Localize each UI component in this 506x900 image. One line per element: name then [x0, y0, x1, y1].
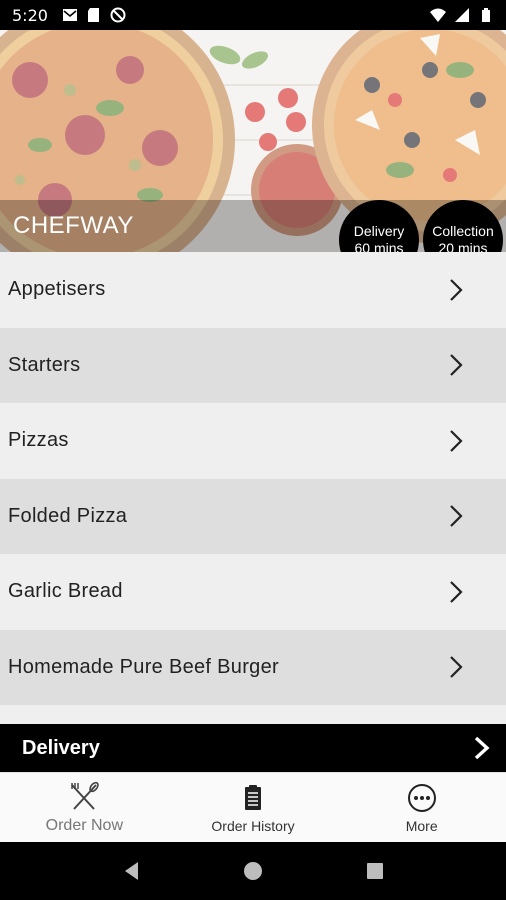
chevron-right-icon — [450, 278, 463, 301]
menu-category-label: Homemade Pure Beef Burger — [8, 655, 279, 678]
chevron-right-icon — [450, 429, 463, 452]
signal-icon — [455, 8, 469, 22]
menu-category-label: Starters — [8, 353, 81, 376]
bottom-tab-bar: Order Now Order History More — [0, 772, 506, 842]
status-time: 5:20 — [12, 5, 48, 25]
menu-category-label: Garlic Bread — [8, 580, 123, 603]
tab-label: Order History — [211, 817, 295, 834]
battery-icon — [482, 8, 490, 22]
menu-category-pizzas[interactable]: Pizzas — [0, 403, 506, 479]
menu-category-partial[interactable] — [0, 705, 506, 724]
tab-label: Order Now — [45, 816, 124, 834]
delivery-badge-title: Delivery — [353, 223, 405, 239]
fork-knife-icon — [71, 781, 100, 810]
chevron-right-icon — [450, 354, 463, 377]
status-icons-right — [430, 7, 494, 23]
system-nav-bar — [0, 842, 506, 900]
chevron-right-icon — [450, 580, 463, 603]
status-bar: 5:20 — [0, 0, 506, 30]
menu-category-list[interactable]: Appetisers Starters Pizzas Folded Pizza … — [0, 252, 506, 724]
order-mode-label: Delivery — [22, 736, 100, 759]
tab-more[interactable]: More — [337, 773, 506, 842]
recents-icon[interactable] — [363, 859, 387, 883]
tab-order-history[interactable]: Order History — [169, 773, 338, 842]
back-icon[interactable] — [119, 859, 143, 883]
wifi-icon — [430, 8, 446, 22]
chevron-right-icon — [450, 656, 463, 679]
menu-category-folded-pizza[interactable]: Folded Pizza — [0, 478, 506, 554]
chevron-right-icon — [450, 505, 463, 528]
collection-badge-time: 20 mins — [438, 240, 488, 252]
order-mode-bar[interactable]: Delivery — [0, 724, 506, 772]
clipboard-icon — [245, 784, 261, 810]
menu-category-beef-burger[interactable]: Homemade Pure Beef Burger — [0, 629, 506, 705]
sd-card-icon — [87, 8, 99, 22]
menu-category-garlic-bread[interactable]: Garlic Bread — [0, 554, 506, 630]
tab-order-now[interactable]: Order Now — [0, 773, 169, 842]
menu-category-label: Folded Pizza — [8, 504, 128, 527]
menu-category-starters[interactable]: Starters — [0, 327, 506, 403]
no-sync-icon — [110, 7, 126, 23]
delivery-badge-time: 60 mins — [354, 240, 404, 252]
restaurant-name: CHEFWAY — [13, 212, 134, 239]
home-icon[interactable] — [241, 859, 265, 883]
menu-category-appetisers[interactable]: Appetisers — [0, 252, 506, 328]
status-icons-left — [62, 7, 126, 23]
more-icon — [407, 783, 436, 812]
menu-category-label: Appetisers — [8, 278, 106, 301]
collection-badge-title: Collection — [432, 223, 494, 239]
menu-category-label: Pizzas — [8, 429, 69, 452]
tab-label: More — [405, 817, 438, 834]
chevron-right-icon — [474, 736, 490, 760]
hero-banner: CHEFWAY Delivery 60 mins Collection 20 m… — [0, 30, 506, 252]
mail-icon — [62, 9, 77, 21]
